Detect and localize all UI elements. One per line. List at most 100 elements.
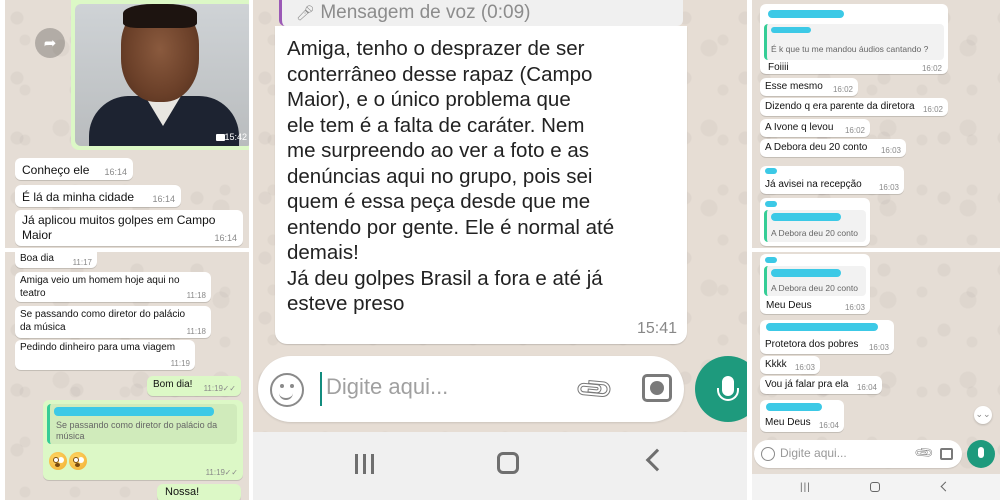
message-bubble[interactable]: Conheço ele 16:14 xyxy=(15,158,133,180)
message-time: 11:19 xyxy=(170,359,190,368)
message-bubble[interactable]: Se passando como diretor do palácio da m… xyxy=(15,306,211,338)
quoted-message[interactable]: É k que tu me mandou áudios cantando ? xyxy=(764,24,944,60)
double-check-icon: ✓✓ xyxy=(222,384,236,393)
mic-button[interactable] xyxy=(695,356,747,422)
redacted-name xyxy=(765,168,777,174)
message-bubble[interactable]: A Ivone q levou 16:02 xyxy=(760,119,870,137)
message-text: Kkkk xyxy=(765,359,787,370)
message-time: 16:14 xyxy=(152,194,175,204)
forward-icon[interactable]: ➦ xyxy=(35,28,65,58)
message-bubble[interactable]: Pedindo dinheiro para uma viagem 11:19 xyxy=(15,340,195,370)
message-bubble[interactable]: Já avisei na recepção 16:03 xyxy=(760,166,904,194)
message-bubble[interactable]: Amiga, tenho o desprazer de ser conterrâ… xyxy=(275,26,687,344)
camera-icon[interactable] xyxy=(940,448,953,460)
message-time: 16:14 xyxy=(104,167,127,177)
emoji-icon[interactable] xyxy=(761,447,775,461)
mic-button[interactable] xyxy=(967,440,995,468)
reply-bubble[interactable]: A Debora deu 20 conto Meu Deus 16:03 xyxy=(760,254,870,314)
message-bubble[interactable]: Meu Deus 16:04 xyxy=(760,400,844,432)
redacted-name xyxy=(765,201,777,207)
quoted-text: Se passando como diretor do palácio da m… xyxy=(56,420,218,441)
message-bubble[interactable]: É lá da minha cidade 16:14 xyxy=(15,185,181,207)
message-input-bar[interactable]: Digite aqui... 📎︎ xyxy=(258,356,684,422)
double-check-icon: ✓✓ xyxy=(224,468,238,477)
redacted-name xyxy=(771,27,811,33)
message-text: Conheço ele xyxy=(22,163,90,177)
message-bubble[interactable]: Esse mesmo 16:02 xyxy=(760,78,858,96)
text-cursor xyxy=(320,372,322,406)
message-input-bar[interactable]: Digite aqui... 📎︎ xyxy=(754,440,962,468)
message-text: Boa dia xyxy=(20,253,54,264)
message-bubble[interactable]: Amiga veio um homem hoje aqui no teatro … xyxy=(15,272,211,302)
quoted-message[interactable]: A Debora deu 20 conto xyxy=(764,210,866,242)
message-text: Pedindo dinheiro para uma viagem xyxy=(20,342,176,353)
outgoing-reply-bubble[interactable]: Se passando como diretor do palácio da m… xyxy=(43,400,243,480)
message-bubble[interactable]: Boa dia 11:17 xyxy=(15,252,97,268)
recent-apps-icon[interactable] xyxy=(355,454,375,474)
message-time: 11:18 xyxy=(186,291,206,300)
quoted-message[interactable]: Se passando como diretor do palácio da m… xyxy=(47,404,237,444)
message-text: Dizendo q era parente da diretora xyxy=(765,101,915,112)
chat-panel-top-left: ➦ 15:42 Conheço ele 16:14 É lá da minha … xyxy=(5,0,249,248)
redacted-name xyxy=(54,407,214,416)
message-bubble[interactable]: Protetora dos pobres 16:03 xyxy=(760,320,894,354)
message-text: É lá da minha cidade xyxy=(22,190,135,204)
message-input[interactable]: Digite aqui... xyxy=(780,446,847,460)
outgoing-bubble[interactable]: Nossa! xyxy=(157,484,241,500)
message-bubble[interactable]: A Debora deu 20 conto 16:03 xyxy=(760,139,906,157)
home-icon[interactable] xyxy=(870,482,880,492)
mic-icon: 🎤︎ xyxy=(296,5,316,22)
message-time: 11:17 xyxy=(72,258,92,267)
attach-icon[interactable]: 📎︎ xyxy=(572,367,617,412)
redacted-name xyxy=(765,257,777,263)
photo[interactable]: 15:42 xyxy=(75,4,249,146)
back-icon[interactable] xyxy=(940,481,951,492)
message-bubble[interactable]: Já aplicou muitos golpes em Campo Maior … xyxy=(15,210,243,246)
camera-icon[interactable] xyxy=(642,374,672,402)
message-time: 16:14 xyxy=(214,233,237,243)
chat-panel-bottom-left: Boa dia 11:17 Amiga veio um homem hoje a… xyxy=(5,252,249,500)
scroll-down-icon[interactable]: ⌄⌄ xyxy=(974,406,992,424)
outgoing-bubble[interactable]: Bom dia! 11:19 ✓✓ xyxy=(147,376,241,396)
photo-time: 15:42 xyxy=(224,132,247,142)
reply-bubble[interactable]: É k que tu me mandou áudios cantando ? F… xyxy=(760,4,948,74)
message-time: 11:18 xyxy=(186,327,206,336)
photo-hair xyxy=(123,4,197,28)
quoted-text: É k que tu me mandou áudios cantando ? xyxy=(771,44,929,54)
chat-panel-top-right: É k que tu me mandou áudios cantando ? F… xyxy=(752,0,1000,248)
redacted-name xyxy=(771,213,841,221)
message-time: 16:02 xyxy=(844,126,865,135)
attach-icon[interactable]: 📎︎ xyxy=(913,442,936,465)
flushed-emoji-icon xyxy=(49,452,67,470)
reply-bubble[interactable]: A Debora deu 20 conto xyxy=(760,198,870,246)
message-bubble[interactable]: Kkkk 16:03 xyxy=(760,356,820,374)
message-bubble[interactable]: Vou já falar pra ela 16:04 xyxy=(760,376,882,394)
home-icon[interactable] xyxy=(497,452,519,474)
quoted-message[interactable]: A Debora deu 20 conto xyxy=(764,266,866,296)
quoted-text: A Debora deu 20 conto xyxy=(771,228,858,238)
photo-message[interactable]: 15:42 xyxy=(71,0,249,150)
message-time: 16:04 xyxy=(818,421,839,430)
quoted-text: A Debora deu 20 conto xyxy=(771,283,858,293)
message-time: 11:19 xyxy=(203,384,223,393)
message-text: Meu Deus xyxy=(766,300,812,311)
chat-panel-bottom-right: A Debora deu 20 conto Meu Deus 16:03 Pro… xyxy=(752,252,1000,500)
recent-apps-icon[interactable]: ||| xyxy=(800,482,811,493)
message-text: A Debora deu 20 conto xyxy=(765,142,868,153)
message-bubble[interactable]: Dizendo q era parente da diretora 16:02 xyxy=(760,98,948,116)
android-nav-bar: ||| xyxy=(752,474,1000,500)
mic-icon xyxy=(717,376,739,401)
chat-panel-center: 🎤︎ Mensagem de voz (0:09) Amiga, tenho o… xyxy=(253,0,747,500)
voice-message-title: Mensagem de voz (0:09) xyxy=(320,2,531,23)
redacted-name xyxy=(771,269,841,277)
back-icon[interactable] xyxy=(645,448,669,472)
voice-message-quote[interactable]: 🎤︎ Mensagem de voz (0:09) xyxy=(279,0,683,26)
message-time: 16:04 xyxy=(856,383,877,392)
message-text: Já aplicou muitos golpes em Campo Maior xyxy=(22,213,216,242)
message-time: 16:03 xyxy=(880,146,901,155)
message-time: 16:02 xyxy=(832,85,853,94)
message-input[interactable]: Digite aqui... xyxy=(326,374,448,400)
emoji-icon[interactable] xyxy=(270,373,304,407)
message-time: 15:41 xyxy=(636,320,677,337)
message-text: Meu Deus xyxy=(765,417,811,428)
